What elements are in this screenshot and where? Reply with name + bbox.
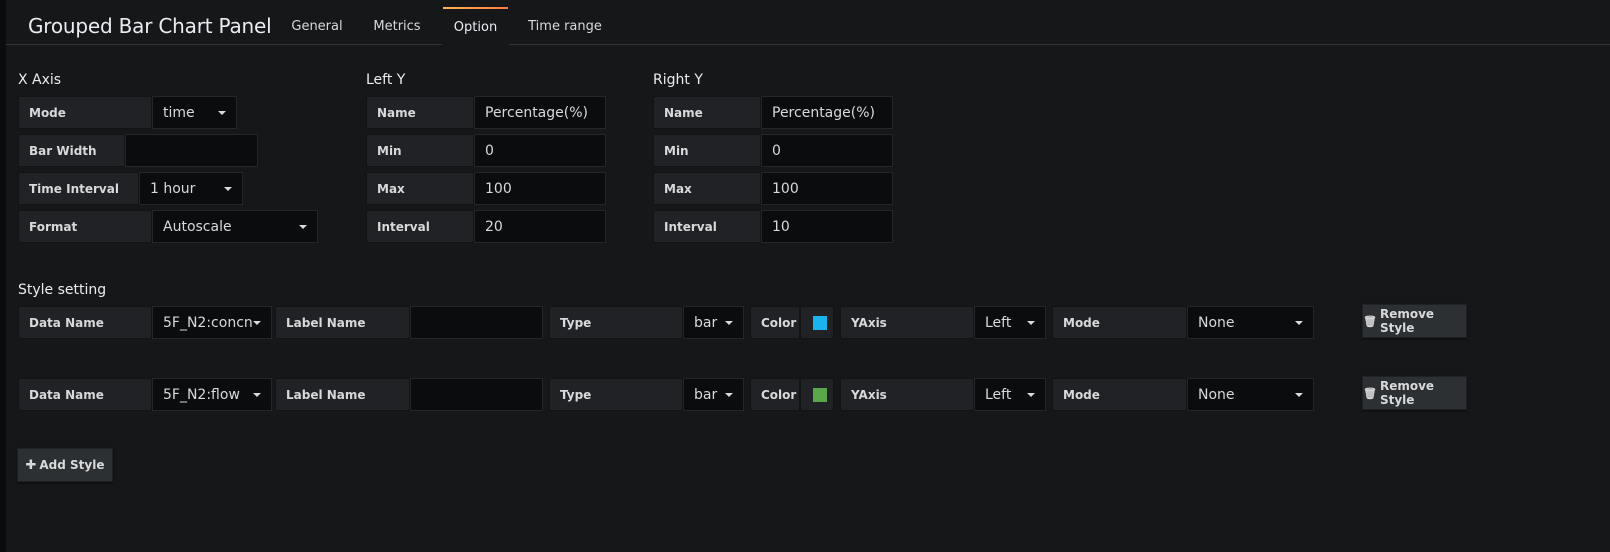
data-name-label: Data Name xyxy=(18,306,152,339)
format-select[interactable]: Autoscale xyxy=(152,210,318,243)
right-y-name-input[interactable]: Percentage(%) xyxy=(761,96,893,129)
right-y-title: Right Y xyxy=(653,72,703,88)
right-y-min-label: Min xyxy=(653,134,761,167)
add-style-label: Add Style xyxy=(39,458,105,472)
tab-general[interactable]: General xyxy=(286,7,348,46)
data-name-value: 5F_N2:flow xyxy=(163,386,240,403)
right-y-interval-label: Interval xyxy=(653,210,761,243)
mode-select[interactable]: None xyxy=(1187,306,1314,339)
type-select[interactable]: bar xyxy=(683,378,744,411)
left-y-max-label: Max xyxy=(366,172,474,205)
x-mode-label: Mode xyxy=(18,96,152,129)
yaxis-value: Left xyxy=(985,386,1012,403)
label-name-input[interactable] xyxy=(410,306,543,339)
left-y-min-label: Min xyxy=(366,134,474,167)
panel-header: Grouped Bar Chart Panel General Metrics … xyxy=(6,0,1610,46)
left-y-title: Left Y xyxy=(366,72,406,88)
label-name-label: Label Name xyxy=(275,306,410,339)
mode-value: None xyxy=(1198,386,1235,403)
color-picker[interactable] xyxy=(800,306,834,339)
trash-icon: 🗑 xyxy=(1363,386,1377,400)
right-y-interval-input[interactable]: 10 xyxy=(761,210,893,243)
right-y-max-input[interactable]: 100 xyxy=(761,172,893,205)
x-axis-title: X Axis xyxy=(18,72,62,88)
chevron-down-icon xyxy=(725,393,733,397)
format-label: Format xyxy=(18,210,152,243)
left-y-name-input[interactable]: Percentage(%) xyxy=(474,96,606,129)
remove-style-button[interactable]: 🗑 Remove Style xyxy=(1362,304,1467,338)
left-y-max-input[interactable]: 100 xyxy=(474,172,606,205)
remove-style-button[interactable]: 🗑 Remove Style xyxy=(1362,376,1467,410)
data-name-value: 5F_N2:concn xyxy=(163,314,253,331)
chevron-down-icon xyxy=(299,225,307,229)
yaxis-value: Left xyxy=(985,314,1012,331)
tab-time-range[interactable]: Time range xyxy=(526,7,604,46)
mode-label: Mode xyxy=(1052,306,1187,339)
type-select[interactable]: bar xyxy=(683,306,744,339)
color-picker[interactable] xyxy=(800,378,834,411)
yaxis-label: YAxis xyxy=(840,378,974,411)
type-label: Type xyxy=(549,306,683,339)
chevron-down-icon xyxy=(1027,321,1035,325)
type-label: Type xyxy=(549,378,683,411)
color-swatch xyxy=(813,388,827,402)
chevron-down-icon xyxy=(1027,393,1035,397)
color-swatch xyxy=(813,316,827,330)
chevron-down-icon xyxy=(253,321,261,325)
data-name-select[interactable]: 5F_N2:flow xyxy=(152,378,272,411)
left-y-min-input[interactable]: 0 xyxy=(474,134,606,167)
left-y-name-label: Name xyxy=(366,96,474,129)
left-y-interval-label: Interval xyxy=(366,210,474,243)
color-label: Color xyxy=(750,306,800,339)
time-interval-value: 1 hour xyxy=(150,180,196,197)
remove-style-label: Remove Style xyxy=(1379,307,1435,335)
data-name-select[interactable]: 5F_N2:concn xyxy=(152,306,272,339)
format-value: Autoscale xyxy=(163,218,232,235)
bar-width-input[interactable] xyxy=(125,134,258,167)
chevron-down-icon xyxy=(1295,393,1303,397)
yaxis-select[interactable]: Left xyxy=(974,378,1046,411)
left-y-interval-input[interactable]: 20 xyxy=(474,210,606,243)
yaxis-label: YAxis xyxy=(840,306,974,339)
chevron-down-icon xyxy=(1295,321,1303,325)
time-interval-select[interactable]: 1 hour xyxy=(139,172,243,205)
left-edge xyxy=(0,0,6,552)
time-interval-label: Time Interval xyxy=(18,172,139,205)
color-label: Color xyxy=(750,378,800,411)
chevron-down-icon xyxy=(218,111,226,115)
label-name-label: Label Name xyxy=(275,378,410,411)
trash-icon: 🗑 xyxy=(1363,314,1377,328)
chevron-down-icon xyxy=(725,321,733,325)
bar-width-label: Bar Width xyxy=(18,134,125,167)
right-y-name-label: Name xyxy=(653,96,761,129)
tab-option[interactable]: Option xyxy=(442,7,509,46)
mode-select[interactable]: None xyxy=(1187,378,1314,411)
yaxis-select[interactable]: Left xyxy=(974,306,1046,339)
mode-value: None xyxy=(1198,314,1235,331)
chevron-down-icon xyxy=(224,187,232,191)
style-setting-title: Style setting xyxy=(18,282,107,298)
plus-icon: ✚ xyxy=(25,457,37,473)
x-mode-value: time xyxy=(163,104,195,121)
data-name-label: Data Name xyxy=(18,378,152,411)
remove-style-label: Remove Style xyxy=(1379,379,1435,407)
type-value: bar xyxy=(694,386,718,403)
label-name-input[interactable] xyxy=(410,378,543,411)
right-y-min-input[interactable]: 0 xyxy=(761,134,893,167)
mode-label: Mode xyxy=(1052,378,1187,411)
add-style-button[interactable]: ✚ Add Style xyxy=(17,448,113,482)
right-y-max-label: Max xyxy=(653,172,761,205)
chevron-down-icon xyxy=(253,393,261,397)
tab-metrics[interactable]: Metrics xyxy=(366,7,428,46)
x-mode-select[interactable]: time xyxy=(152,96,237,129)
type-value: bar xyxy=(694,314,718,331)
panel-title: Grouped Bar Chart Panel xyxy=(28,14,272,38)
